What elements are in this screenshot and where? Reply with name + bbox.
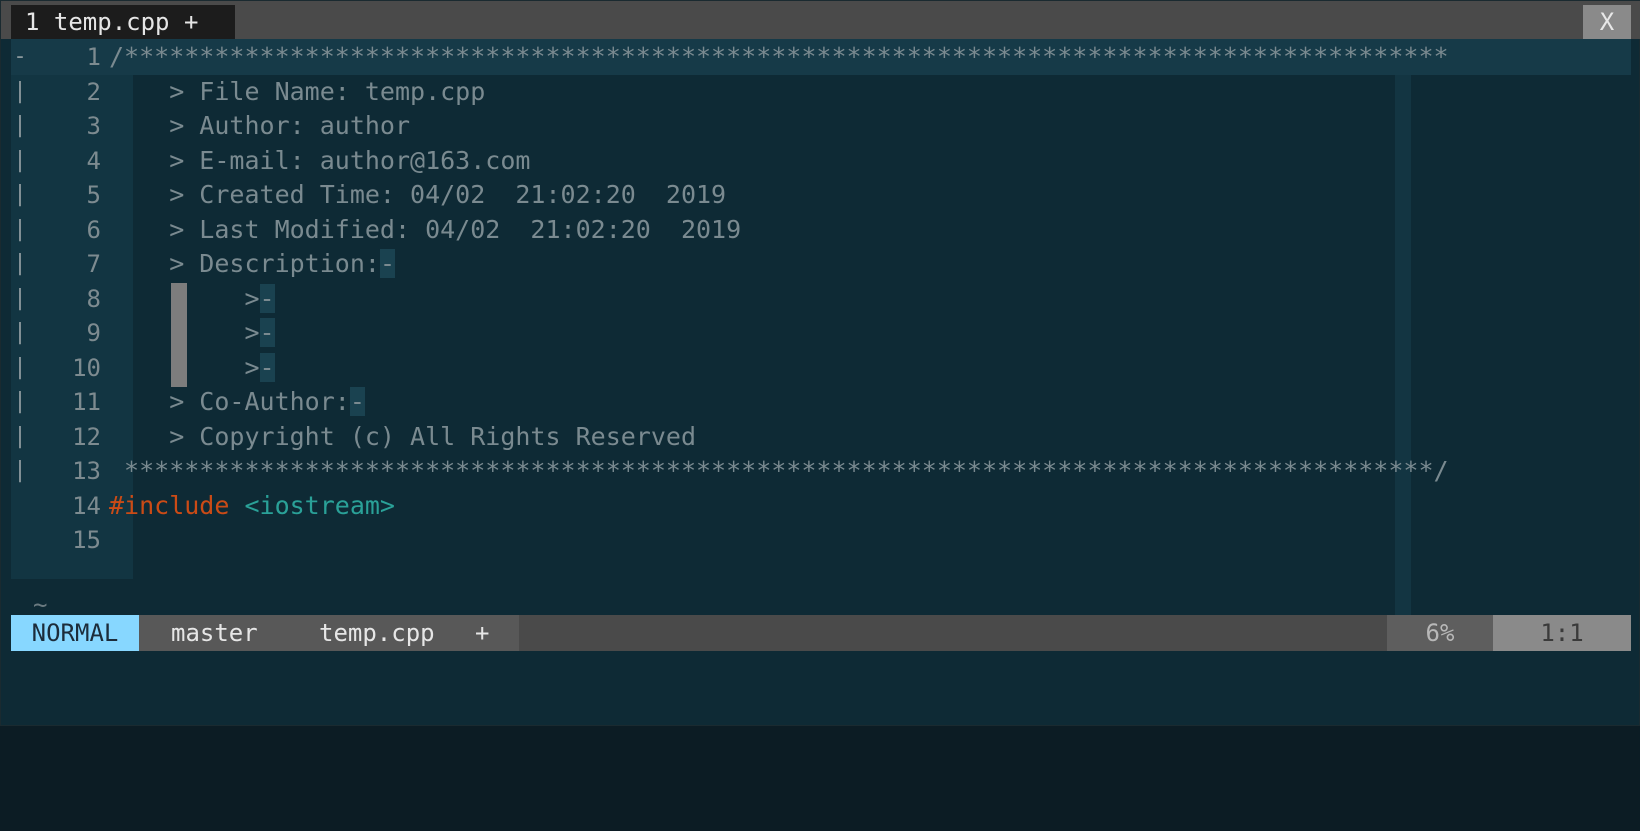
- fold-marker: |: [13, 147, 27, 173]
- line-number: 4: [86, 146, 101, 175]
- code-token: > Author: author: [109, 111, 411, 140]
- scroll-percent: 6%: [1387, 615, 1493, 651]
- status-filename: temp.cpp: [319, 619, 435, 647]
- line-number: 7: [86, 250, 101, 278]
- code-line[interactable]: 15: [11, 522, 1631, 558]
- code-token: > File Name: temp.cpp: [109, 76, 486, 106]
- visual-block-indicator: [171, 283, 187, 387]
- line-text: > Author: author: [109, 108, 410, 144]
- statusline: NORMAL master temp.cpp + 6% 1:1: [11, 615, 1631, 651]
- trailing-space-marker: -: [349, 387, 365, 416]
- code-token: > Copyright (c) All Rights Reserved: [109, 421, 696, 451]
- line-number: 2: [86, 77, 101, 106]
- modified-flag: +: [475, 619, 490, 647]
- fold-marker: [11, 522, 29, 558]
- line-text: >-: [109, 350, 275, 386]
- trailing-space-marker: -: [259, 318, 275, 347]
- line-text: > Co-Author:-: [109, 384, 365, 420]
- code-token: ****************************************…: [109, 456, 1449, 485]
- code-line[interactable]: | 7 > Description:-: [11, 246, 1631, 282]
- fold-marker: -: [13, 44, 27, 69]
- code-line[interactable]: | 12 > Copyright (c) All Rights Reserved: [11, 419, 1631, 455]
- line-text: ****************************************…: [109, 453, 1449, 489]
- git-branch: master: [171, 619, 258, 647]
- tab-temp-cpp[interactable]: 1 temp.cpp +: [11, 5, 235, 39]
- line-text: >-: [109, 315, 275, 351]
- code-line[interactable]: | 8 >-: [11, 281, 1631, 317]
- line-number: 1: [86, 43, 101, 71]
- tabline: 1 temp.cpp + X: [1, 1, 1640, 39]
- line-number: 9: [86, 319, 101, 347]
- line-number: 8: [86, 284, 101, 313]
- code-line[interactable]: | 13 ************************************…: [11, 453, 1631, 489]
- mode-indicator: NORMAL: [11, 615, 139, 651]
- line-text: > Copyright (c) All Rights Reserved: [109, 419, 696, 455]
- code-line[interactable]: | 4 > E-mail: author@163.com: [11, 143, 1631, 179]
- code-line[interactable]: | 3 > Author: author: [11, 108, 1631, 144]
- close-tab-button[interactable]: X: [1583, 5, 1631, 39]
- fold-marker: |: [13, 354, 27, 380]
- code-line[interactable]: | 5 > Created Time: 04/02 21:02:20 2019: [11, 177, 1631, 213]
- file-info-segment: master temp.cpp +: [139, 615, 519, 651]
- trailing-space-marker: -: [259, 352, 275, 382]
- line-number: 10: [72, 353, 101, 382]
- code-token: #include: [109, 490, 245, 520]
- trailing-space-marker: -: [379, 249, 395, 278]
- line-number: 15: [72, 526, 101, 554]
- fold-marker: |: [13, 458, 27, 483]
- fold-marker: |: [13, 182, 27, 207]
- code-token: > E-mail: author@163.com: [109, 145, 531, 175]
- line-text: /***************************************…: [109, 39, 1449, 75]
- line-text: > Description:-: [109, 246, 395, 282]
- line-number: 5: [86, 181, 101, 209]
- code-token: > Created Time: 04/02 21:02:20 2019: [109, 180, 727, 209]
- code-token: > Last Modified: 04/02 21:02:20 2019: [109, 214, 742, 244]
- fold-marker: |: [13, 285, 27, 311]
- line-number: 3: [86, 112, 101, 140]
- line-text: > Last Modified: 04/02 21:02:20 2019: [109, 212, 741, 248]
- code-line[interactable]: | 6 > Last Modified: 04/02 21:02:20 2019: [11, 212, 1631, 248]
- code-token: > Co-Author:: [109, 387, 350, 416]
- fold-marker: |: [13, 389, 27, 414]
- line-text: #include <iostream>: [109, 488, 395, 524]
- code-token: /***************************************…: [109, 42, 1449, 71]
- editor-buffer[interactable]: - 1 /*************************************…: [11, 39, 1631, 619]
- fold-marker: |: [13, 216, 27, 242]
- line-number: 14: [72, 491, 101, 520]
- code-token: > Description:: [109, 249, 380, 278]
- code-line[interactable]: | 10 >-: [11, 350, 1631, 386]
- trailing-space-marker: -: [259, 283, 275, 313]
- fold-marker: |: [13, 423, 27, 449]
- fold-marker: |: [13, 320, 27, 345]
- code-line[interactable]: 14 #include <iostream>: [11, 488, 1631, 524]
- line-number: 6: [86, 215, 101, 244]
- line-text: > Created Time: 04/02 21:02:20 2019: [109, 177, 726, 213]
- line-text: > File Name: temp.cpp: [109, 74, 485, 110]
- fold-marker: |: [13, 113, 27, 138]
- line-number: 13: [72, 457, 101, 485]
- fold-marker: [11, 488, 29, 524]
- line-number: 11: [72, 388, 101, 416]
- fold-marker: |: [13, 78, 27, 104]
- code-line[interactable]: | 11 > Co-Author:-: [11, 384, 1631, 420]
- code-line[interactable]: | 9 >-: [11, 315, 1631, 351]
- cursor-position: 1:1: [1493, 615, 1631, 651]
- code-line[interactable]: - 1 /*************************************…: [11, 39, 1631, 75]
- line-text: > E-mail: author@163.com: [109, 143, 530, 179]
- command-line[interactable]: [11, 651, 1631, 721]
- code-token: <iostream>: [244, 490, 395, 520]
- line-text: >-: [109, 281, 275, 317]
- fold-marker: |: [13, 251, 27, 276]
- code-line[interactable]: | 2 > File Name: temp.cpp: [11, 74, 1631, 110]
- vim-window: 1 temp.cpp + X - 1 /**********************…: [0, 0, 1640, 726]
- line-number: 12: [72, 422, 101, 451]
